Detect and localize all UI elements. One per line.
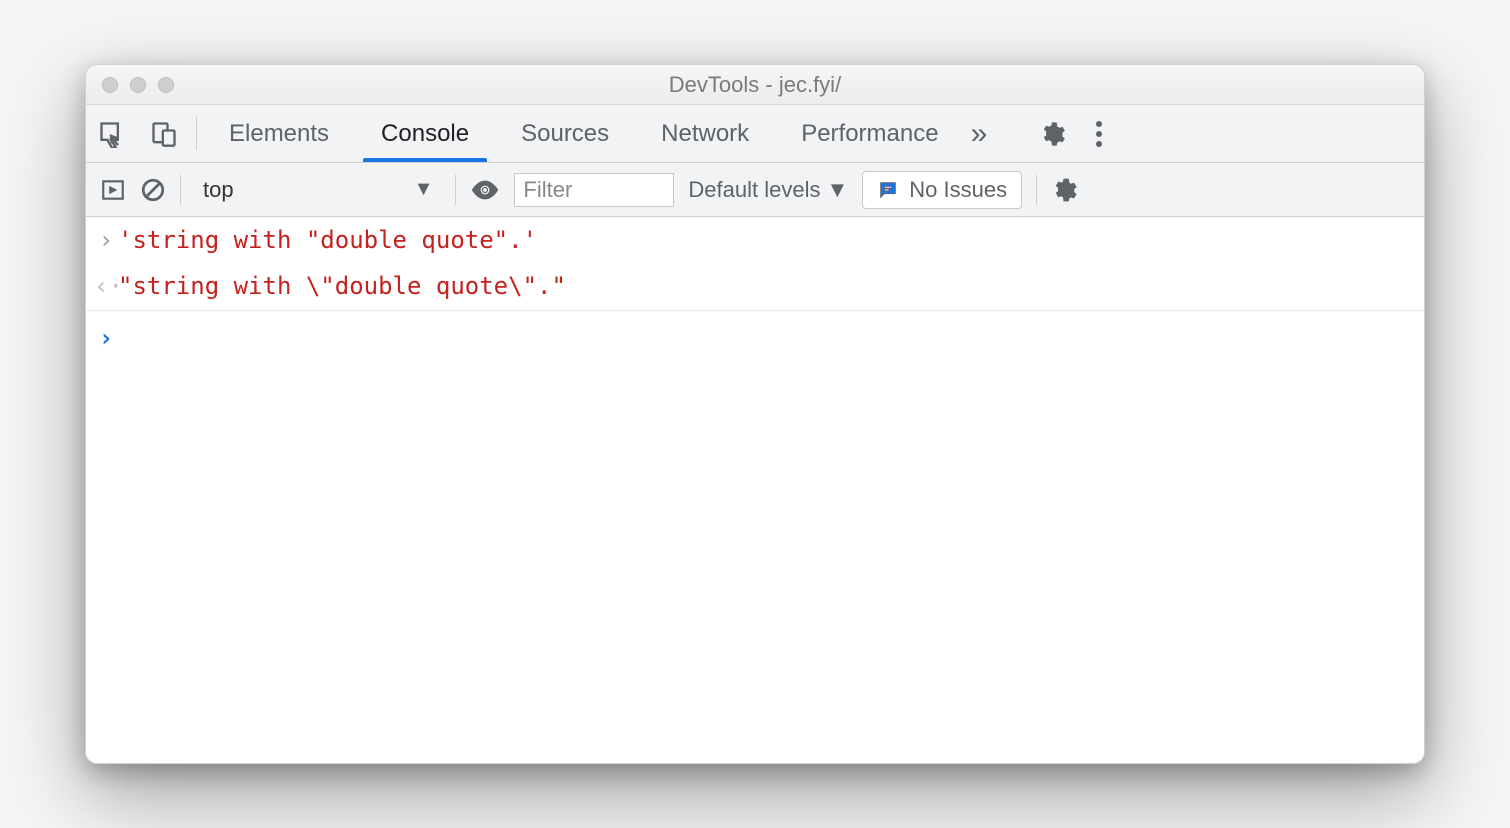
titlebar: DevTools - jec.fyi/ (86, 65, 1424, 105)
window-title: DevTools - jec.fyi/ (86, 72, 1424, 98)
live-expression-icon[interactable] (470, 175, 500, 205)
window-close-button[interactable] (102, 77, 118, 93)
filter-input[interactable] (514, 173, 674, 207)
tab-label: Performance (801, 120, 938, 148)
console-settings-icon[interactable] (1051, 177, 1077, 203)
tab-network[interactable]: Network (635, 105, 775, 162)
console-input-text: 'string with "double quote".' (118, 221, 537, 259)
tab-label: Network (661, 120, 749, 148)
levels-label: Default levels (688, 177, 820, 203)
separator (180, 175, 181, 205)
toggle-sidebar-icon[interactable] (100, 177, 126, 203)
devtools-window: DevTools - jec.fyi/ Elements Console Sou… (85, 64, 1425, 764)
panel-tabstrip: Elements Console Sources Network Perform… (86, 105, 1424, 163)
separator (455, 175, 456, 205)
settings-icon[interactable] (1026, 120, 1078, 148)
tab-label: Elements (229, 120, 329, 148)
output-cue-icon: ‹· (94, 267, 118, 305)
prompt-cue-icon: › (94, 319, 118, 357)
tab-sources[interactable]: Sources (495, 105, 635, 162)
chevron-down-icon: ▼ (414, 178, 434, 201)
more-options-icon[interactable] (1088, 121, 1110, 147)
execution-context-selector[interactable]: top ▼ (195, 173, 441, 207)
console-prompt-row[interactable]: › (86, 311, 1424, 361)
issues-button[interactable]: No Issues (862, 171, 1022, 209)
issues-icon (877, 179, 899, 201)
console-row-output: ‹· "string with \"double quote\"." (86, 263, 1424, 310)
tab-performance[interactable]: Performance (775, 105, 964, 162)
inspect-element-icon[interactable] (86, 105, 138, 162)
window-minimize-button[interactable] (130, 77, 146, 93)
window-zoom-button[interactable] (158, 77, 174, 93)
separator (196, 117, 197, 150)
input-cue-icon: › (94, 221, 118, 259)
window-controls (86, 77, 174, 93)
console-output-text: "string with \"double quote\"." (118, 267, 566, 305)
context-label: top (203, 177, 234, 203)
chevron-down-icon: ▼ (826, 177, 848, 203)
console-output[interactable]: › 'string with "double quote".' ‹· "stri… (86, 217, 1424, 763)
tab-console[interactable]: Console (355, 105, 495, 162)
console-row-input: › 'string with "double quote".' (86, 217, 1424, 263)
console-toolbar: top ▼ Default levels ▼ No Issues (86, 163, 1424, 217)
issues-label: No Issues (909, 177, 1007, 203)
console-prompt-input[interactable] (118, 319, 1412, 353)
tab-label: Console (381, 120, 469, 148)
device-toolbar-icon[interactable] (138, 105, 190, 162)
tab-label: Sources (521, 120, 609, 148)
clear-console-icon[interactable] (140, 177, 166, 203)
tab-elements[interactable]: Elements (203, 105, 355, 162)
log-levels-selector[interactable]: Default levels ▼ (688, 177, 848, 203)
separator (1036, 175, 1037, 205)
more-tabs-button[interactable]: » (965, 117, 994, 151)
